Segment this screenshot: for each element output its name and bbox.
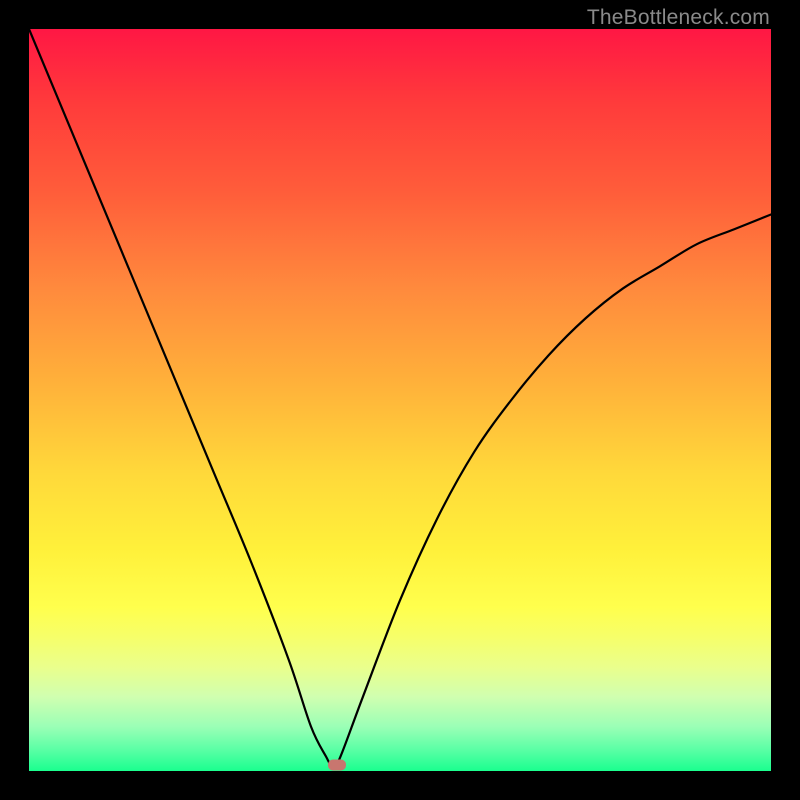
- chart-frame: TheBottleneck.com: [0, 0, 800, 800]
- curve-path: [29, 29, 771, 767]
- plot-area: [29, 29, 771, 771]
- optimal-marker: [328, 760, 346, 771]
- bottleneck-curve: [29, 29, 771, 771]
- watermark-text: TheBottleneck.com: [587, 6, 770, 30]
